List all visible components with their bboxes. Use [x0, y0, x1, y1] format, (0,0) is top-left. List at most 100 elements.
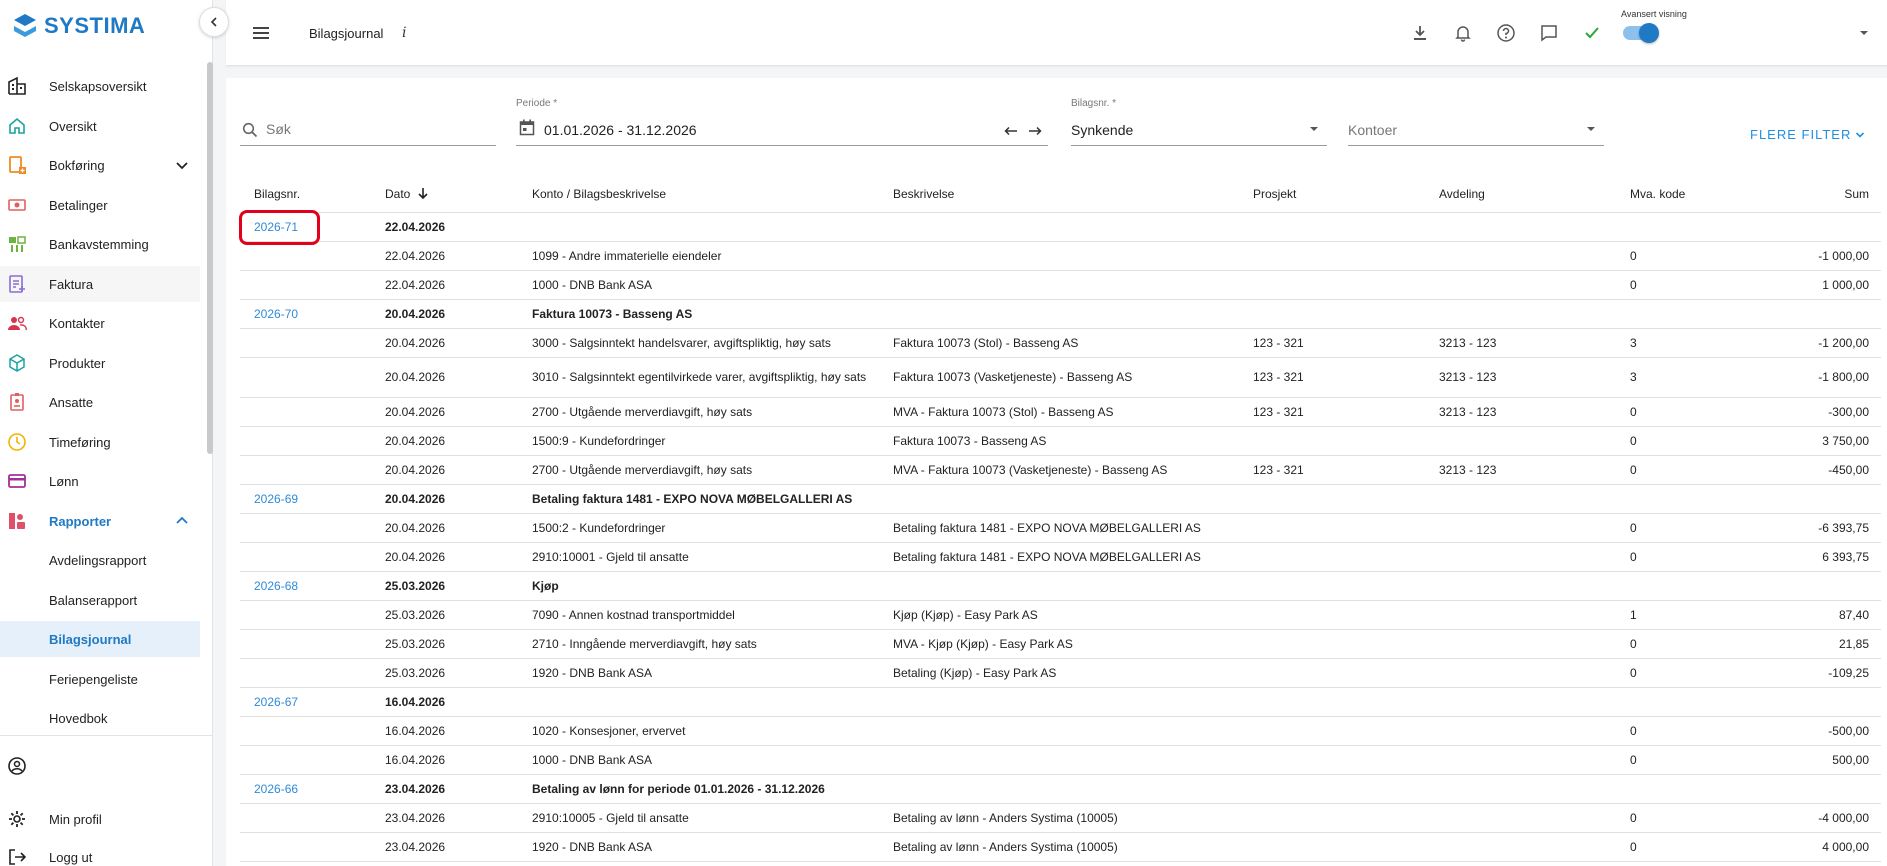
cell-bilag	[240, 426, 371, 456]
sidebar-item-betalinger[interactable]: Betalinger	[0, 187, 200, 223]
sidebar-item-lonn[interactable]: Lønn	[0, 463, 200, 499]
sidebar-item-selskapsoversikt[interactable]: Selskapsoversikt	[0, 68, 200, 104]
sidebar-item-logg-ut[interactable]: Logg ut	[0, 841, 200, 866]
more-filters-button[interactable]: FLERE FILTER	[1750, 127, 1865, 142]
hamburger-menu-icon[interactable]	[250, 22, 272, 44]
sidebar-subitem-bilagsjournal[interactable]: Bilagsjournal	[0, 621, 200, 657]
help-icon[interactable]	[1495, 22, 1517, 44]
col-mva-kode[interactable]: Mva. kode	[1616, 176, 1748, 213]
table-row[interactable]: 16.04.2026 1020 - Konsesjoner, ervervet 0-…	[240, 716, 1881, 746]
cell-dato: 25.03.2026	[371, 658, 518, 688]
sidebar-subitem-balanserapport[interactable]: Balanserapport	[0, 582, 200, 618]
voucher-group-row[interactable]: 2026-68 25.03.2026 Kjøp	[240, 571, 1881, 601]
sidebar-item-faktura[interactable]: Faktura	[0, 266, 200, 302]
cell-prosjekt	[1239, 629, 1425, 659]
voucher-link[interactable]: 2026-69	[254, 492, 298, 506]
sidebar-item-label: Bokføring	[49, 157, 105, 173]
table-row[interactable]: 20.04.2026 1500:9 - Kundefordringer Faktur…	[240, 426, 1881, 456]
table-row[interactable]: 25.03.2026 7090 - Annen kostnad transport…	[240, 600, 1881, 630]
col-avdeling[interactable]: Avdeling	[1425, 176, 1616, 213]
collapse-sidebar-button[interactable]	[199, 7, 229, 37]
voucher-group-row[interactable]: 2026-70 20.04.2026 Faktura 10073 - Basseng…	[240, 299, 1881, 329]
col-prosjekt[interactable]: Prosjekt	[1239, 176, 1425, 213]
sidebar-item-min-profil[interactable]: Min profil	[0, 803, 200, 835]
cell-prosjekt	[1239, 484, 1425, 514]
cell-dato: 16.04.2026	[371, 745, 518, 775]
notification-bell-icon[interactable]	[1452, 22, 1474, 44]
table-row[interactable]: 23.04.2026 1920 - DNB Bank ASA Betaling av…	[240, 832, 1881, 862]
sidebar-subitem-feriepengeliste[interactable]: Feriepengeliste	[0, 661, 200, 697]
voucher-link[interactable]: 2026-71	[254, 220, 298, 234]
cell-konto: 1500:9 - Kundefordringer	[518, 426, 879, 456]
sidebar-item-produkter[interactable]: Produkter	[0, 345, 200, 381]
sidebar-item-timeforing[interactable]: Timeføring	[0, 424, 200, 460]
sidebar-subitem-hovedbok[interactable]: Hovedbok	[0, 700, 200, 736]
cell-dato: 22.04.2026	[371, 270, 518, 300]
col-beskrivelse[interactable]: Beskrivelse	[879, 176, 1239, 213]
voucher-link[interactable]: 2026-70	[254, 307, 298, 321]
chat-icon[interactable]	[1538, 22, 1560, 44]
voucher-group-row[interactable]: 2026-69 20.04.2026 Betaling faktura 1481 -…	[240, 484, 1881, 514]
voucher-group-row[interactable]: 2026-71 22.04.2026	[240, 212, 1881, 242]
sidebar-item-oversikt[interactable]: Oversikt	[0, 108, 200, 144]
sidebar-scrollbar[interactable]	[207, 62, 213, 454]
search-input[interactable]	[266, 112, 494, 146]
box-icon	[6, 352, 28, 374]
table-row[interactable]: 25.03.2026 1920 - DNB Bank ASA Betaling (K…	[240, 658, 1881, 688]
table-row[interactable]: 22.04.2026 1099 - Andre immaterielle eien…	[240, 241, 1881, 271]
table-row[interactable]: 20.04.2026 2910:10001 - Gjeld til ansatte…	[240, 542, 1881, 572]
cell-sum	[1748, 687, 1881, 717]
arrow-left-icon[interactable]	[1004, 126, 1018, 136]
table-row[interactable]: 22.04.2026 1000 - DNB Bank ASA 0 1 000,00	[240, 270, 1881, 300]
table-row[interactable]: 20.04.2026 2700 - Utgående merverdiavgift…	[240, 455, 1881, 485]
sidebar-item-bokforing[interactable]: Bokføring	[0, 147, 200, 183]
cell-bilag	[240, 241, 371, 271]
cell-bilag	[240, 455, 371, 485]
col-konto[interactable]: Konto / Bilagsbeskrivelse	[518, 176, 879, 213]
caret-down-icon[interactable]	[1857, 26, 1871, 40]
period-field[interactable]: Periode * 01.01.2026 - 31.12.2026	[516, 98, 1048, 146]
cell-avdeling	[1425, 241, 1616, 271]
badge-icon	[6, 391, 28, 413]
col-bilagsnr[interactable]: Bilagsnr.	[240, 176, 371, 213]
table-row[interactable]: 20.04.2026 2700 - Utgående merverdiavgift…	[240, 397, 1881, 427]
table-row[interactable]: 23.04.2026 2910:10005 - Gjeld til ansatte…	[240, 803, 1881, 833]
bilagsnr-sort-select[interactable]: Bilagsnr. * Synkende	[1071, 98, 1327, 146]
voucher-group-row[interactable]: 2026-66 23.04.2026 Betaling av lønn for pe…	[240, 774, 1881, 804]
sidebar-item-rapporter[interactable]: Rapporter	[0, 503, 200, 539]
table-row[interactable]: 20.04.2026 3000 - Salgsinntekt handelsvar…	[240, 328, 1881, 358]
voucher-group-row[interactable]: 2026-67 16.04.2026	[240, 687, 1881, 717]
voucher-link[interactable]: 2026-66	[254, 782, 298, 796]
cell-prosjekt	[1239, 716, 1425, 746]
table-row[interactable]: 25.03.2026 2710 - Inngående merverdiavgif…	[240, 629, 1881, 659]
advanced-view-toggle[interactable]	[1623, 23, 1659, 43]
table-row[interactable]: 16.04.2026 1000 - DNB Bank ASA 0 500,00	[240, 745, 1881, 775]
cell-avdeling	[1425, 484, 1616, 514]
table-row[interactable]: 20.04.2026 1500:2 - Kundefordringer Betali…	[240, 513, 1881, 543]
info-icon[interactable]: i	[402, 25, 406, 41]
sidebar-item-kontakter[interactable]: Kontakter	[0, 305, 200, 341]
account-button[interactable]	[0, 750, 200, 782]
col-dato[interactable]: Dato	[371, 176, 518, 213]
kontoer-select[interactable]: Kontoer	[1348, 112, 1604, 146]
cell-beskrivelse: Faktura 10073 - Basseng AS	[879, 426, 1239, 456]
cell-beskrivelse: Betaling faktura 1481 - EXPO NOVA MØBELG…	[879, 513, 1239, 543]
col-sum[interactable]: Sum	[1748, 176, 1881, 213]
checkmark-icon[interactable]	[1581, 22, 1603, 44]
voucher-link[interactable]: 2026-68	[254, 579, 298, 593]
logo[interactable]: SYSTIMA	[12, 12, 145, 40]
sidebar-item-ansatte[interactable]: Ansatte	[0, 384, 200, 420]
sidebar-item-bankavstemming[interactable]: Bankavstemming	[0, 226, 200, 262]
sidebar-subitem-avdelingsrapport[interactable]: Avdelingsrapport	[0, 542, 200, 578]
cell-sum	[1748, 571, 1881, 601]
cell-prosjekt	[1239, 571, 1425, 601]
cell-sum: 500,00	[1748, 745, 1881, 775]
brand-name: SYSTIMA	[44, 13, 146, 38]
calendar-icon[interactable]	[519, 119, 535, 136]
download-icon[interactable]	[1409, 22, 1431, 44]
table-row[interactable]: 20.04.2026 3010 - Salgsinntekt egentilvir…	[240, 357, 1881, 398]
arrow-right-icon[interactable]	[1028, 126, 1042, 136]
cell-konto: 3000 - Salgsinntekt handelsvarer, avgift…	[518, 328, 879, 358]
cell-bilag: 2026-68	[240, 571, 371, 601]
voucher-link[interactable]: 2026-67	[254, 695, 298, 709]
